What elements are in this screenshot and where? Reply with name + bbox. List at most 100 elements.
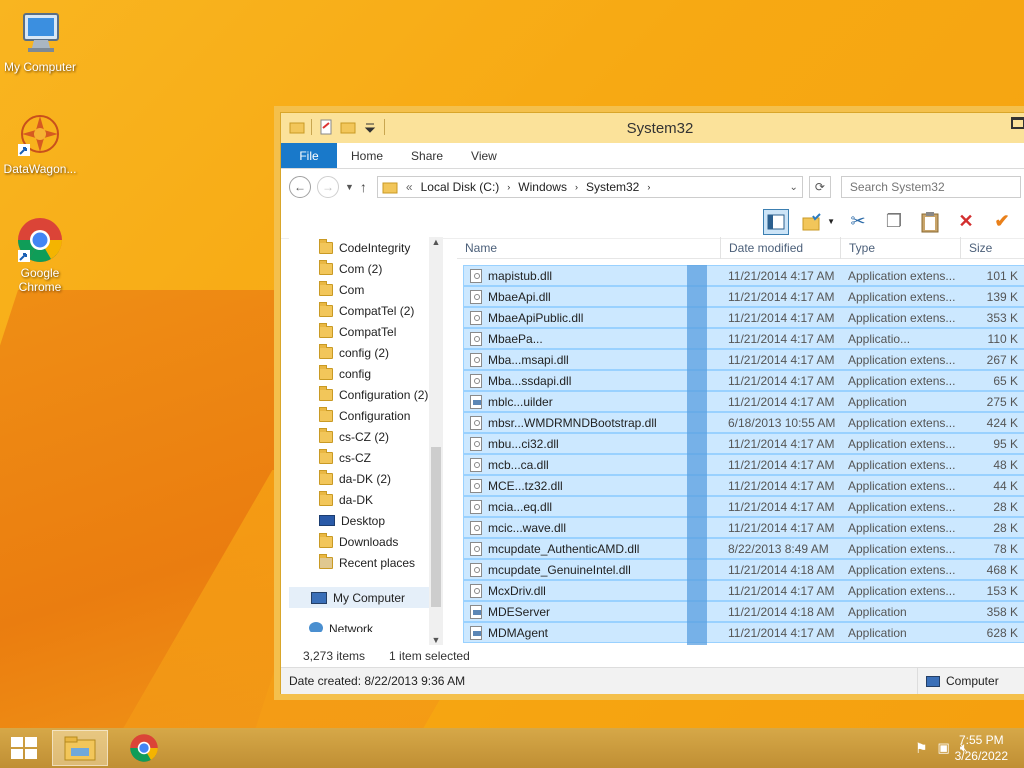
size-cell: 95 K (993, 436, 1018, 451)
address-bar[interactable]: « Local Disk (C:) › Windows › System32 ›… (376, 176, 803, 198)
column-size[interactable]: Size (961, 237, 1024, 259)
table-row[interactable]: MbaePa... 11/21/2014 4:17 AM Applicatio...… (463, 328, 1024, 349)
dll-file-icon (470, 478, 482, 493)
tab-share[interactable]: Share (397, 143, 457, 168)
nav-folder[interactable]: Configuration (2) (289, 384, 443, 405)
start-button[interactable] (10, 736, 38, 760)
tab-home[interactable]: Home (337, 143, 397, 168)
address-row: ← → ▼ ↑ « Local Disk (C:) › Windows › Sy… (281, 169, 1024, 205)
scroll-thumb[interactable] (431, 447, 441, 607)
maximize-button[interactable] (1011, 117, 1024, 129)
scroll-up-icon[interactable]: ▲ (429, 237, 443, 247)
location-indicator: Computer (917, 668, 999, 694)
copy-button[interactable]: ❐ (881, 209, 907, 235)
table-row[interactable]: mbsr...WMDRMNDBootstrap.dll 6/18/2013 10:… (463, 412, 1024, 433)
table-row[interactable]: McxDriv.dll 11/21/2014 4:17 AM Application… (463, 580, 1024, 601)
preview-pane-button[interactable] (763, 208, 790, 235)
nav-item-desktop[interactable]: Desktop (289, 510, 443, 531)
table-row[interactable]: mapistub.dll 11/21/2014 4:17 AM Applicatio… (463, 265, 1024, 286)
checkmark-icon: ✔ (994, 211, 1010, 231)
chevron-right-icon[interactable]: › (575, 182, 578, 192)
forward-button[interactable]: → (317, 176, 339, 198)
tab-view[interactable]: View (457, 143, 511, 168)
scroll-down-icon[interactable]: ▼ (429, 635, 443, 645)
tab-file[interactable]: File (281, 143, 337, 168)
type-cell: Application extens... (848, 352, 956, 367)
delete-button[interactable]: ✕ (953, 209, 979, 235)
paste-button[interactable] (917, 209, 943, 235)
up-button[interactable]: ↑ (360, 179, 367, 195)
nav-item-recent-places[interactable]: Recent places (289, 552, 443, 573)
cut-button[interactable]: ✂ (845, 209, 871, 235)
file-name-cell: McxDriv.dll (464, 583, 722, 598)
nav-folder[interactable]: CodeIntegrity (289, 237, 443, 258)
address-overflow[interactable]: « (406, 180, 413, 194)
nav-item-my-computer[interactable]: My Computer (289, 587, 443, 608)
column-type[interactable]: Type (841, 237, 961, 259)
table-row[interactable]: mbu...ci32.dll 11/21/2014 4:17 AM Applicat… (463, 433, 1024, 454)
table-row[interactable]: MbaeApiPublic.dll 11/21/2014 4:17 AM Appli… (463, 307, 1024, 328)
column-name[interactable]: Name (457, 237, 721, 259)
nav-folder[interactable]: Com (2) (289, 258, 443, 279)
table-row[interactable]: MDMAgent 11/21/2014 4:17 AM Application 628… (463, 622, 1024, 643)
nav-item-network[interactable]: Network (289, 622, 443, 632)
rename-button[interactable]: ✔ (989, 209, 1015, 235)
chevron-right-icon[interactable]: › (647, 182, 650, 192)
nav-folder[interactable]: Com (289, 279, 443, 300)
table-row[interactable]: mcb...ca.dll 11/21/2014 4:17 AM Applicatio… (463, 454, 1024, 475)
desktop-icon-chrome[interactable]: Google Chrome (0, 216, 80, 294)
nav-folder[interactable]: da-DK (289, 489, 443, 510)
clock[interactable]: 7:55 PM 3/26/2022 (955, 732, 1008, 764)
new-folder-button[interactable] (799, 209, 825, 235)
search-input[interactable] (840, 176, 1021, 198)
breadcrumb-local-disk[interactable]: Local Disk (C:) (421, 180, 500, 194)
nav-folder[interactable]: Configuration (289, 405, 443, 426)
taskbar-file-explorer[interactable] (52, 730, 108, 766)
table-row[interactable]: mblc...uilder 11/21/2014 4:17 AM Applicati… (463, 391, 1024, 412)
breadcrumb-windows[interactable]: Windows (518, 180, 567, 194)
table-row[interactable]: mcupdate_GenuineIntel.dll 11/21/2014 4:18… (463, 559, 1024, 580)
table-row[interactable]: MDEServer 11/21/2014 4:18 AM Application 35… (463, 601, 1024, 622)
column-date-modified[interactable]: Date modified (721, 237, 841, 259)
action-center-flag-icon[interactable]: ⚑ (915, 740, 928, 757)
size-cell: 28 K (993, 520, 1018, 535)
type-cell: Application (848, 604, 907, 619)
file-name-cell: Mba...msapi.dll (464, 352, 722, 367)
network-icon[interactable]: ▣ (938, 740, 950, 757)
folder-icon (319, 469, 333, 485)
table-row[interactable]: mcia...eq.dll 11/21/2014 4:17 AM Applicati… (463, 496, 1024, 517)
table-row[interactable]: Mba...msapi.dll 11/21/2014 4:17 AM Applica… (463, 349, 1024, 370)
nav-item-downloads[interactable]: Downloads (289, 531, 443, 552)
table-row[interactable]: mcic...wave.dll 11/21/2014 4:17 AM Applica… (463, 517, 1024, 538)
computer-icon (926, 675, 940, 687)
file-name-cell: mcupdate_AuthenticAMD.dll (464, 541, 722, 556)
date-cell: 11/21/2014 4:17 AM (728, 436, 835, 451)
nav-folder[interactable]: cs-CZ (289, 447, 443, 468)
dll-file-icon (470, 436, 482, 451)
nav-folder[interactable]: CompatTel (2) (289, 300, 443, 321)
table-row[interactable]: MbaeApi.dll 11/21/2014 4:17 AM Application… (463, 286, 1024, 307)
folder-icon (319, 238, 333, 254)
address-dropdown-icon[interactable]: ⌄ (790, 182, 798, 193)
nav-folder[interactable]: da-DK (2) (289, 468, 443, 489)
nav-folder[interactable]: config (2) (289, 342, 443, 363)
x-icon: ✕ (958, 211, 974, 231)
back-button[interactable]: ← (289, 176, 311, 198)
chevron-down-icon[interactable]: ▼ (827, 217, 835, 226)
refresh-button[interactable]: ⟳ (808, 176, 831, 198)
chevron-right-icon[interactable]: › (507, 182, 510, 192)
nav-folder[interactable]: config (289, 363, 443, 384)
desktop-icon-datawagon[interactable]: DataWagon... (0, 112, 80, 176)
taskbar-chrome[interactable] (116, 730, 172, 766)
title-bar[interactable]: System32 (281, 113, 1024, 143)
table-row[interactable]: MCE...tz32.dll 11/21/2014 4:17 AM Applicat… (463, 475, 1024, 496)
breadcrumb-system32[interactable]: System32 (586, 180, 639, 194)
type-cell: Application extens... (848, 478, 956, 493)
desktop-icon-my-computer[interactable]: My Computer (0, 10, 80, 74)
table-row[interactable]: Mba...ssdapi.dll 11/21/2014 4:17 AM Applic… (463, 370, 1024, 391)
nav-folder[interactable]: CompatTel (289, 321, 443, 342)
table-row[interactable]: mcupdate_AuthenticAMD.dll 8/22/2013 8:49 … (463, 538, 1024, 559)
nav-folder[interactable]: cs-CZ (2) (289, 426, 443, 447)
recent-locations-button[interactable]: ▼ (345, 182, 354, 192)
nav-scrollbar[interactable]: ▲ ▼ (429, 237, 443, 645)
